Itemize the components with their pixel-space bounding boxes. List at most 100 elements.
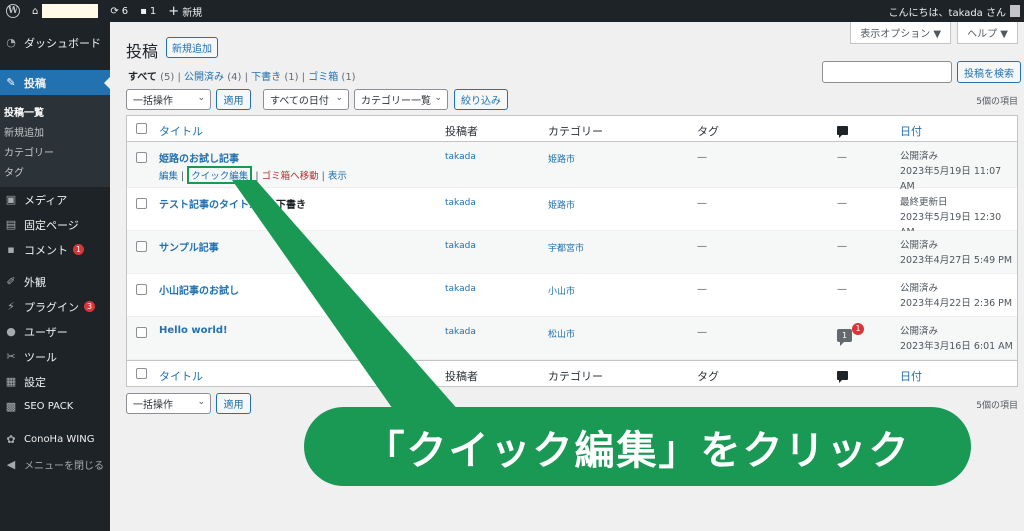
post-date-status: 公開済み [900,240,939,251]
row-checkbox[interactable] [136,198,147,209]
sidebar-item-tools[interactable]: ✂ ツール [0,344,110,369]
conoha-icon: ✿ [6,433,16,446]
submenu-add-new[interactable]: 新規追加 [0,121,110,141]
date-filter-select[interactable]: すべての日付 ⌄ [263,89,349,110]
post-author[interactable]: takada [445,198,476,208]
post-date-value: 2023年4月27日 5:49 PM [900,255,1013,266]
post-category[interactable]: 宇都宮市 [548,241,584,254]
category-filter-select[interactable]: カテゴリー一覧 ⌄ [354,89,448,110]
table-header: タイトル 投稿者 カテゴリー タグ 日付 [127,116,1017,142]
column-title[interactable]: タイトル [159,368,203,384]
sidebar-item-label: 投稿 [24,76,46,90]
column-date[interactable]: 日付 [900,123,922,139]
row-checkbox[interactable] [136,284,147,295]
post-category[interactable]: 姫路市 [548,198,575,211]
row-checkbox[interactable] [136,241,147,252]
post-title-link[interactable]: 小山記事のお試し [159,286,239,297]
post-title-link[interactable]: 姫路のお試し記事 [159,154,239,165]
sidebar-item-comments[interactable]: ▪ コメント 1 [0,237,110,262]
post-tags: — [697,198,707,209]
filter-drafts[interactable]: 下書き [251,72,281,83]
column-comments[interactable] [837,125,848,138]
separator: | [301,72,306,83]
edit-link[interactable]: 編集 [159,171,178,182]
sidebar-item-appearance[interactable]: ✐ 外観 [0,269,110,294]
wordpress-logo-menu[interactable]: W [0,0,26,22]
column-comments[interactable] [837,370,848,383]
post-search-input[interactable] [822,61,952,83]
row-checkbox[interactable] [136,152,147,163]
column-date[interactable]: 日付 [900,368,922,384]
sidebar-item-plugins[interactable]: ⚡ プラグイン 3 [0,294,110,319]
pending-comments-badge[interactable]: 1 [852,323,864,335]
dashboard-icon: ◔ [6,36,16,49]
filter-published[interactable]: 公開済み [184,72,224,83]
post-title-link[interactable]: テスト記事のタイトル [159,200,259,211]
table-row: サンプル記事 takada 宇都宮市 — — 公開済み 2023年4月27日 5… [127,231,1017,274]
sidebar-collapse-menu[interactable]: ◀ メニューを閉じる [0,452,110,477]
submenu-tags[interactable]: タグ [0,161,110,181]
bulk-actions-select-bottom[interactable]: 一括操作 ⌄ [126,393,211,414]
post-status-filters: すべて (5) | 公開済み (4) | 下書き (1) | ゴミ箱 (1) [128,68,356,83]
view-link[interactable]: 表示 [328,171,347,182]
updates-menu[interactable]: ⟳ 6 [104,0,134,22]
settings-icon: ▦ [5,375,17,388]
sidebar-item-settings[interactable]: ▦ 設定 [0,369,110,394]
help-button[interactable]: ヘルプ ▼ [957,22,1018,44]
select-all-checkbox-footer[interactable] [136,368,147,379]
new-content-menu[interactable]: + 新規 [162,0,208,22]
select-all-checkbox[interactable] [136,123,147,134]
sidebar-item-label: ダッシュボード [24,36,101,50]
sidebar-item-label: メディア [24,193,68,207]
sidebar-item-conoha-wing[interactable]: ✿ ConoHa WING [0,427,110,452]
post-date-status: 公開済み [900,151,939,162]
sidebar-item-users[interactable]: ● ユーザー [0,319,110,344]
quick-edit-link[interactable]: クイック編集 [187,166,253,184]
post-author[interactable]: takada [445,152,476,162]
screen-options-button[interactable]: 表示オプション ▼ [850,22,952,44]
posts-table: タイトル 投稿者 カテゴリー タグ 日付 姫路のお試し記事 編集 | クイック編… [126,115,1018,387]
sidebar-item-seo-pack[interactable]: ▩ SEO PACK [0,394,110,419]
sidebar-item-label: ユーザー [24,325,68,339]
post-author[interactable]: takada [445,241,476,251]
chevron-down-icon: ⌄ [197,93,205,103]
approved-comments-count[interactable]: 1 [837,329,852,346]
filter-all-count: (5) [160,72,175,83]
bulk-actions-select-top[interactable]: 一括操作 ⌄ [126,89,211,110]
post-category[interactable]: 松山市 [548,327,575,340]
apply-button-top[interactable]: 適用 [216,89,251,110]
post-title-link[interactable]: Hello world! [159,325,228,336]
submenu-categories[interactable]: カテゴリー [0,141,110,161]
post-tags: — [697,241,707,252]
post-author[interactable]: takada [445,327,476,337]
filter-all[interactable]: すべて [128,72,157,83]
comments-menu[interactable]: ▪ 1 [134,0,162,22]
wordpress-logo-icon: W [6,4,20,18]
post-tags: — [697,284,707,295]
add-new-post-button[interactable]: 新規追加 [166,37,218,58]
apply-button-bottom[interactable]: 適用 [216,393,251,414]
sidebar-item-dashboard[interactable]: ◔ ダッシュボード [0,30,110,55]
site-name-menu[interactable]: ⌂ [26,0,104,22]
filter-trash[interactable]: ゴミ箱 [308,72,338,83]
search-posts-button[interactable]: 投稿を検索 [957,61,1021,83]
sidebar-item-label: ConoHa WING [24,434,95,445]
post-title-link[interactable]: サンプル記事 [159,243,219,254]
filter-button[interactable]: 絞り込み [454,89,508,110]
sidebar-item-media[interactable]: ▣ メディア [0,187,110,212]
sidebar-item-label: メニューを閉じる [24,461,104,472]
sidebar-item-pages[interactable]: ▤ 固定ページ [0,212,110,237]
my-account-menu[interactable]: こんにちは、takada さん [889,0,1024,22]
sidebar-item-posts[interactable]: ✎ 投稿 [0,70,110,95]
table-row: テスト記事のタイトル — 下書き takada 姫路市 — — 最終更新日 20… [127,188,1017,238]
row-checkbox[interactable] [136,327,147,338]
post-author[interactable]: takada [445,284,476,294]
page-title: 投稿 [126,42,159,61]
submenu-all-posts[interactable]: 投稿一覧 [0,101,110,121]
post-category[interactable]: 小山市 [548,284,575,297]
post-category[interactable]: 姫路市 [548,152,575,165]
trash-link[interactable]: ゴミ箱へ移動 [262,171,319,182]
post-date-status: 公開済み [900,283,939,294]
sidebar-item-label: コメント [24,243,68,257]
column-title[interactable]: タイトル [159,123,203,139]
